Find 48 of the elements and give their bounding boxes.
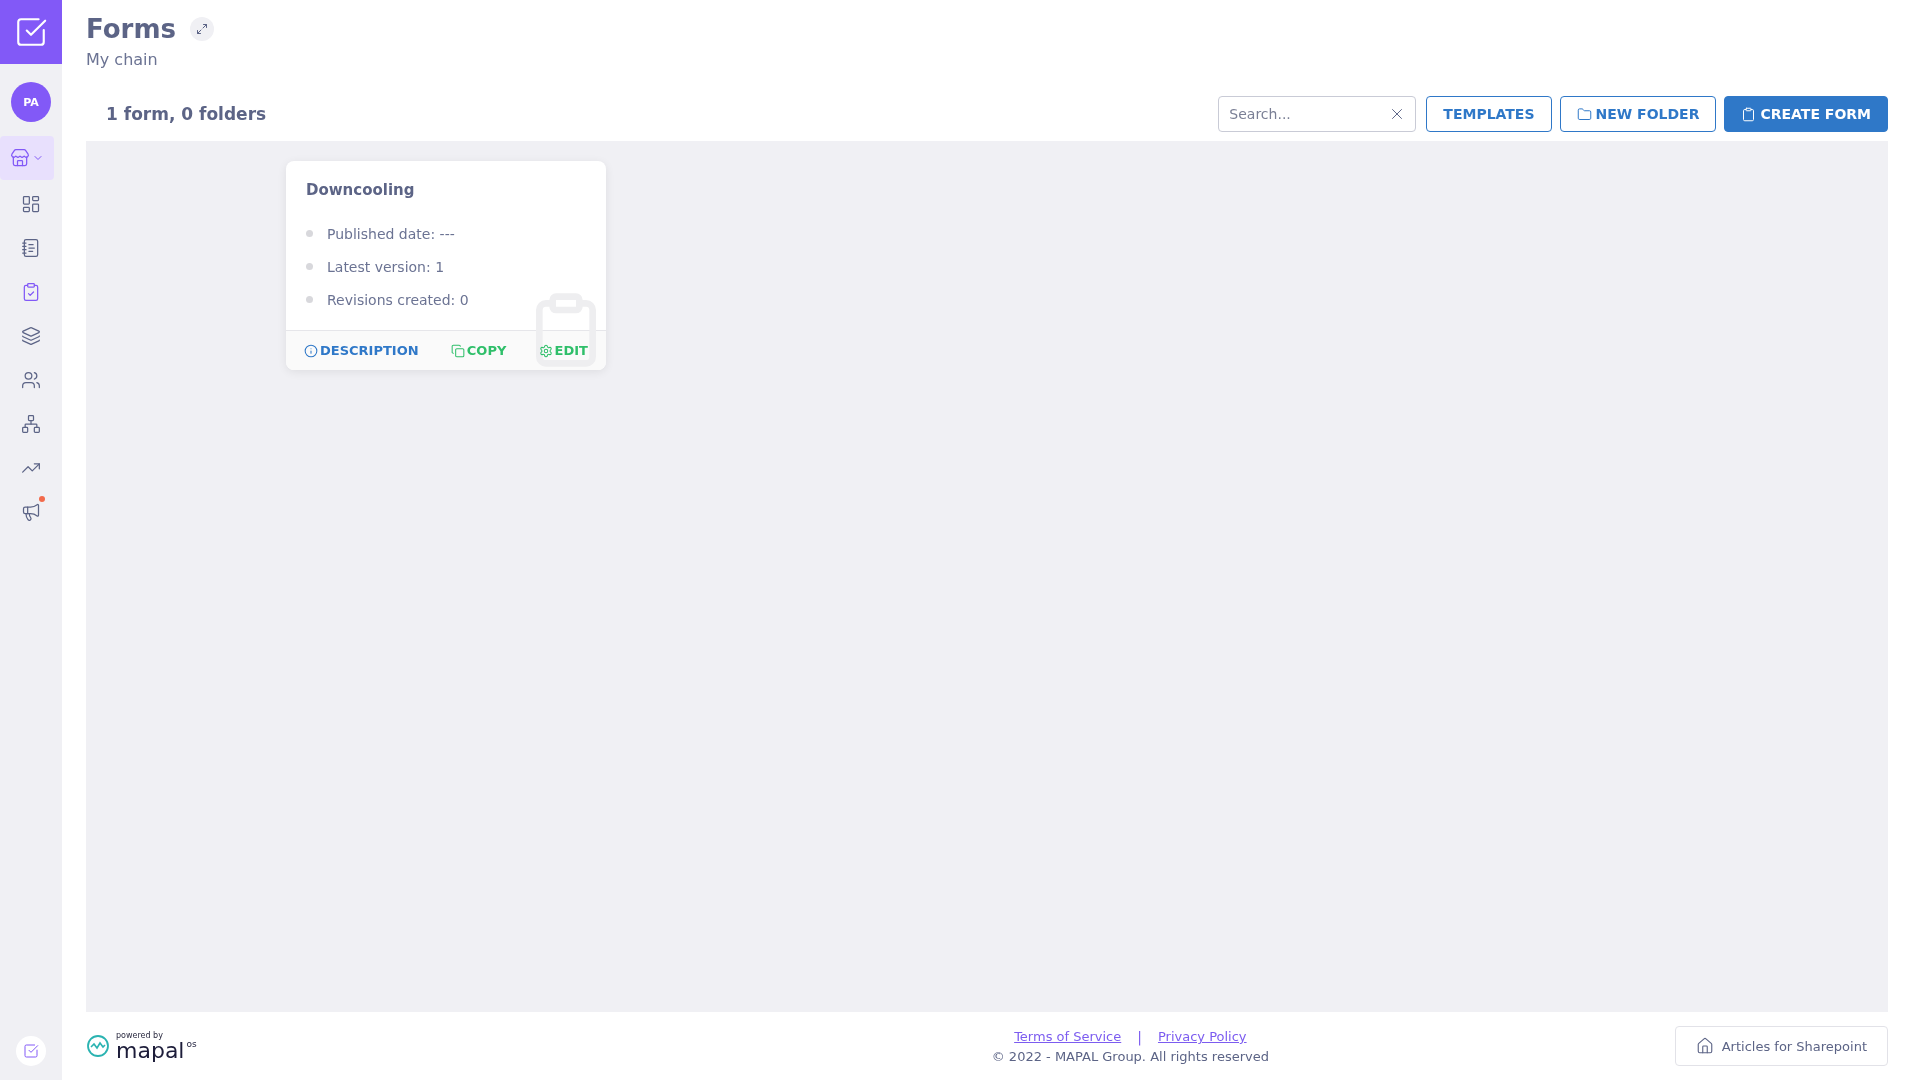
search-field[interactable]: Search... [1218, 96, 1417, 132]
page-subtitle: My chain [86, 50, 159, 69]
help-articles-button[interactable]: Articles for Sharepoint [1674, 1026, 1888, 1066]
card-action[interactable]: COPY [450, 343, 507, 358]
notebook-icon [21, 238, 41, 258]
users-icon [21, 370, 41, 390]
user-avatar[interactable]: PA [11, 82, 51, 122]
page-title: Forms [86, 14, 176, 44]
gear-icon [538, 343, 553, 358]
info-icon [304, 343, 318, 358]
form-detail: Revisions created: 0 [327, 291, 469, 308]
wave-logo-icon [86, 1034, 110, 1058]
card-action[interactable]: DESCRIPTION [304, 343, 419, 358]
clipboard-check-icon [21, 282, 41, 302]
footer-link[interactable]: Privacy Policy [1157, 1029, 1247, 1044]
brand-suffix: os [186, 1039, 197, 1049]
copyright-text: © 2022 - MAPAL Group. All rights reserved [991, 1048, 1269, 1064]
bullet-icon [306, 296, 313, 303]
folder-icon [1576, 106, 1592, 122]
store-icon [10, 148, 30, 168]
bullet-icon [306, 263, 313, 270]
app-logo[interactable] [0, 0, 62, 64]
clipboard-icon [1741, 106, 1757, 122]
brand-tagline: powered by [116, 1030, 163, 1040]
check-icon [23, 1043, 39, 1059]
footer-link[interactable]: Terms of Service [1014, 1029, 1122, 1044]
notification-dot [39, 496, 45, 502]
card-action[interactable]: EDIT [538, 343, 588, 358]
toolbar-button[interactable]: NEW FOLDER [1559, 96, 1717, 132]
megaphone-icon [21, 502, 41, 522]
house-icon [1695, 1037, 1714, 1055]
brand-name: mapal [116, 1039, 185, 1062]
form-detail: Published date: --- [327, 225, 455, 242]
form-title: Downcooling [306, 181, 416, 199]
create-button[interactable]: CREATE FORM [1724, 96, 1888, 132]
link-separator: | [1137, 1028, 1142, 1045]
form-detail: Latest version: 1 [327, 258, 445, 275]
dashboard-icon [21, 194, 41, 214]
location-selector[interactable] [0, 136, 54, 180]
toolbar-button[interactable]: TEMPLATES [1426, 96, 1552, 132]
copy-icon [450, 343, 465, 358]
logo-check-icon [14, 15, 48, 49]
hierarchy-icon [21, 414, 41, 434]
expand-button[interactable] [189, 17, 214, 41]
item-count: 1 form, 0 folders [106, 104, 267, 124]
layers-icon [21, 326, 41, 346]
bullet-icon [306, 230, 313, 237]
expand-icon [195, 23, 208, 35]
